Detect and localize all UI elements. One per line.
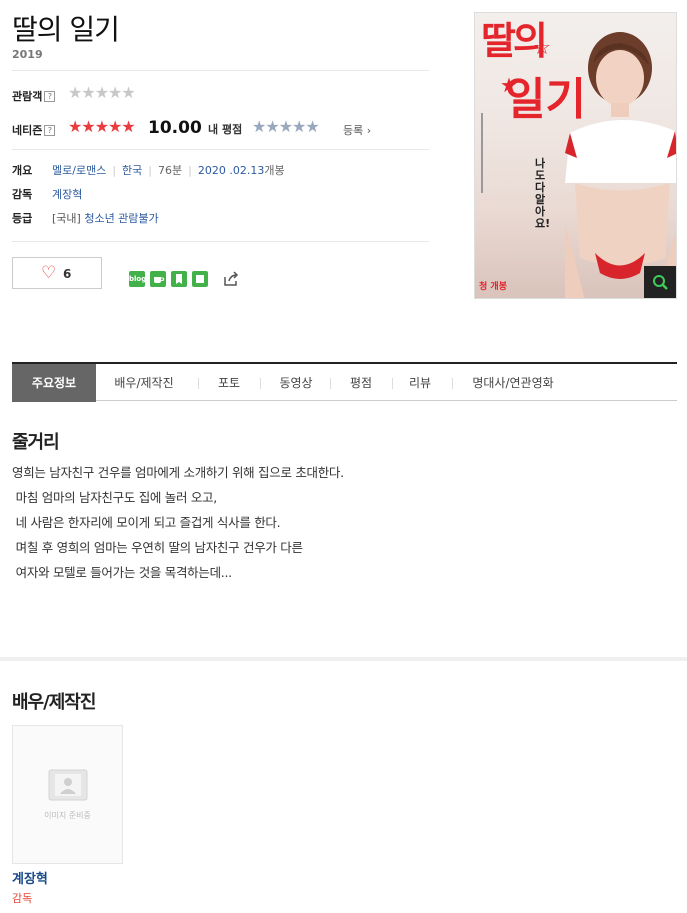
help-icon[interactable]: ?: [44, 125, 56, 136]
person-role: 감독: [12, 892, 33, 905]
tab-photo[interactable]: 포토: [204, 364, 254, 402]
grade-region: [국내]: [52, 212, 81, 225]
poster-badge: 청 개봉: [479, 282, 507, 292]
like-count: 6: [63, 267, 72, 281]
share-link-icon[interactable]: [222, 270, 240, 288]
zoom-button[interactable]: [644, 266, 676, 298]
share-green-icon[interactable]: [192, 271, 208, 287]
synopsis-line: 네 사람은 한자리에 모이게 되고 즐겁게 식사를 한다.: [12, 515, 281, 530]
divider: [12, 241, 429, 242]
cast-heading: 배우/제작진: [12, 692, 96, 713]
synopsis-line: 며칠 후 영희의 엄마는 우연히 딸의 남자친구 건우가 다른: [12, 540, 303, 555]
like-button[interactable]: ♡ 6: [12, 257, 102, 289]
overview-label: 개요: [12, 164, 33, 177]
netizen-score: 10.00: [148, 118, 202, 138]
audience-stars: ★★★★★: [68, 83, 136, 102]
tab-review[interactable]: 리뷰: [398, 364, 442, 402]
my-rating-label: 내 평점: [208, 123, 243, 136]
my-rating-stars[interactable]: ★★★★★: [252, 119, 320, 135]
movie-poster[interactable]: 딸의 일기 ☆ ★ 나도 다 알아요! 청 개봉: [474, 12, 677, 299]
register-rating-link[interactable]: 등록 ›: [343, 122, 371, 138]
tab-cast[interactable]: 배우/제작진: [104, 364, 184, 402]
release-suffix: 개봉: [264, 164, 285, 177]
synopsis-heading: 줄거리: [12, 432, 60, 453]
content-tabs: 주요정보 배우/제작진 포토 동영상 평점 리뷰 명대사/연관영화: [12, 362, 677, 402]
director-link[interactable]: 계장혁: [52, 186, 82, 202]
synopsis-line: 여자와 모텔로 들어가는 것을 목격하는데...: [12, 565, 232, 580]
divider: [12, 149, 429, 150]
synopsis-line: 마침 엄마의 남자친구도 집에 놀러 오고,: [12, 490, 218, 505]
star-icon: ☆: [533, 35, 551, 59]
country-link[interactable]: 한국: [122, 164, 142, 177]
director-label: 감독: [12, 188, 33, 201]
synopsis-text: 영희는 남자친구 건우를 엄마에게 소개하기 위해 집으로 초대한다. 마침 엄…: [12, 460, 612, 585]
grade-link[interactable]: 청소년 관람불가: [84, 212, 158, 225]
netizen-stars: ★★★★★: [68, 117, 136, 136]
search-icon: [653, 275, 668, 290]
audience-rating-label: 관람객?: [12, 88, 56, 104]
heart-icon: ♡: [41, 263, 57, 283]
release-date-link[interactable]: 2020 .02.13: [198, 164, 264, 177]
person-name-link[interactable]: 계장혁: [12, 868, 48, 887]
tab-video[interactable]: 동영상: [266, 364, 326, 402]
runtime: 76분: [158, 164, 183, 177]
movie-title: 딸의 일기: [12, 13, 120, 46]
divider: [12, 70, 429, 71]
blog-icon[interactable]: blog: [129, 271, 146, 287]
poster-tagline: 나도 다 알아요!: [535, 157, 551, 230]
poster-credits: [479, 113, 485, 195]
tab-main-info[interactable]: 주요정보: [12, 364, 96, 402]
image-placeholder-text: 이미지 준비중: [44, 811, 91, 820]
tab-quotes-related[interactable]: 명대사/연관영화: [458, 364, 568, 402]
tab-rating[interactable]: 평점: [336, 364, 386, 402]
netizen-rating-label: 네티즌?: [12, 122, 56, 138]
person-photo[interactable]: 이미지 준비중: [12, 725, 123, 864]
grade-label: 등급: [12, 212, 33, 225]
movie-year: 2019: [12, 48, 43, 61]
help-icon[interactable]: ?: [44, 91, 56, 102]
section-divider: [0, 657, 687, 661]
bookmark-icon[interactable]: [171, 271, 187, 287]
no-image-icon: [48, 769, 88, 801]
genre-link[interactable]: 멜로/로맨스: [52, 164, 106, 177]
star-icon: ★: [500, 73, 518, 97]
synopsis-line: 영희는 남자친구 건우를 엄마에게 소개하기 위해 집으로 초대한다.: [12, 465, 344, 480]
cafe-icon[interactable]: [150, 271, 166, 287]
